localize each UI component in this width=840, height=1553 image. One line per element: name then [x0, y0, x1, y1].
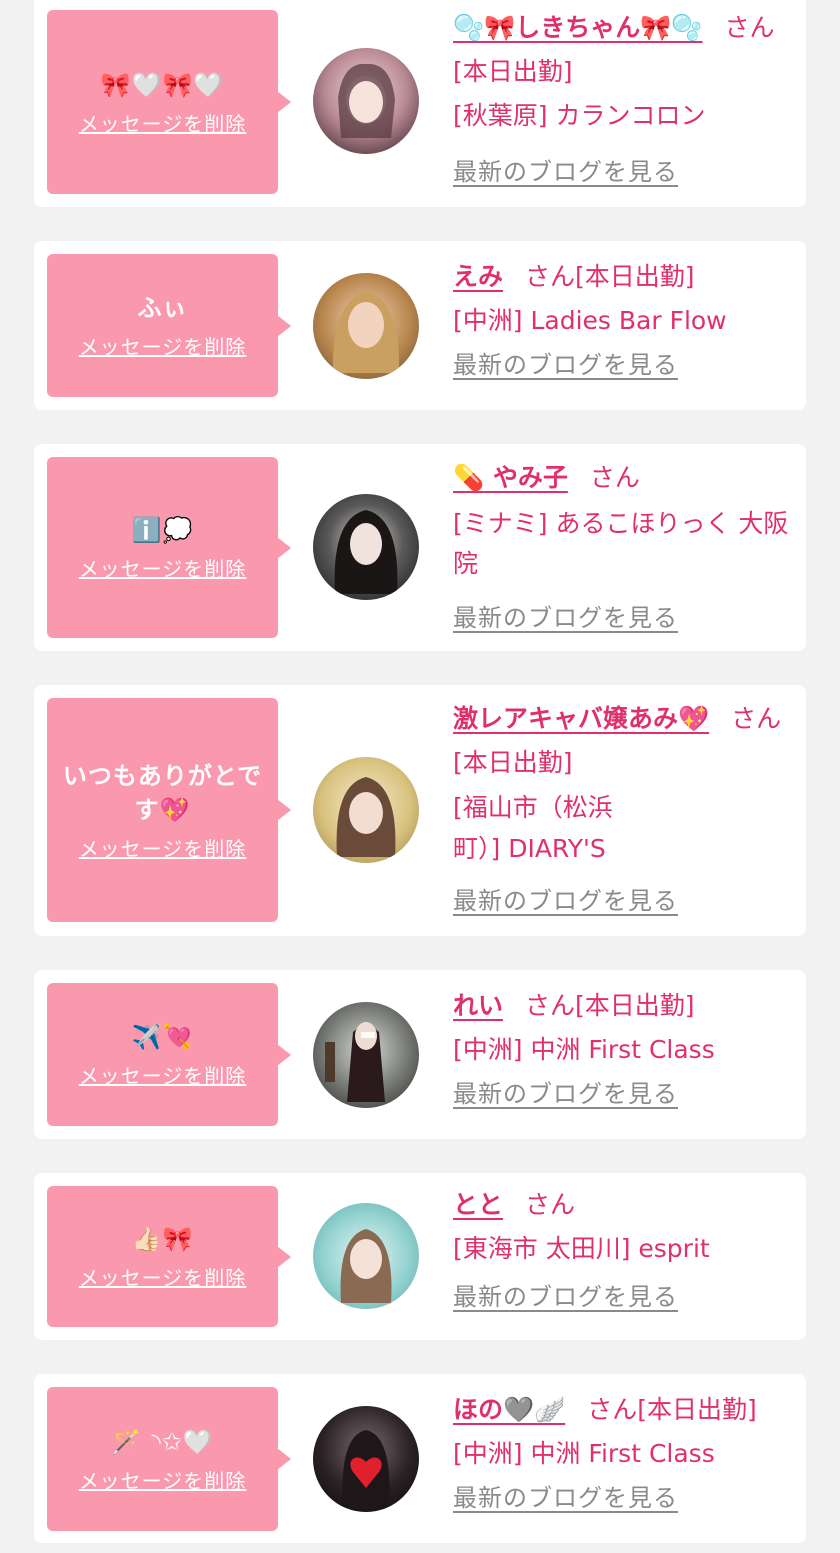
- shop-label: [中洲] 中洲 First Class: [453, 1439, 715, 1468]
- delete-message-link[interactable]: メッセージを削除: [79, 833, 247, 862]
- message-card: 👍🏻🎀 メッセージを削除 とと さん [東海市 太田川] esprit 最新のブロ…: [34, 1173, 806, 1340]
- delete-message-link[interactable]: メッセージを削除: [79, 553, 247, 582]
- latest-blog-link[interactable]: 最新のブログを見る: [453, 879, 678, 923]
- message-bubble: 👍🏻🎀 メッセージを削除: [47, 1186, 278, 1327]
- message-bubble: ℹ️💭 メッセージを削除: [47, 457, 278, 638]
- latest-blog-link[interactable]: 最新のブログを見る: [453, 596, 678, 640]
- shop-label: [秋葉原] カランコロン: [453, 101, 706, 130]
- shop-label: [福山市（松浜町）] DIARY'S: [453, 793, 613, 863]
- latest-blog-link[interactable]: 最新のブログを見る: [453, 150, 678, 194]
- status-badge: [本日出勤]: [453, 57, 573, 86]
- avatar[interactable]: [313, 1203, 419, 1309]
- delete-message-link[interactable]: メッセージを削除: [79, 1262, 247, 1291]
- cast-info: とと さん [東海市 太田川] esprit 最新のブログを見る: [453, 1183, 792, 1319]
- message-card: ふぃ メッセージを削除 えみ さん[本日出勤] [中洲] Ladies Bar F…: [34, 241, 806, 410]
- delete-message-link[interactable]: メッセージを削除: [79, 331, 247, 360]
- honorific: さん: [589, 463, 640, 492]
- shop-label: [中洲] Ladies Bar Flow: [453, 306, 727, 335]
- honorific: さん: [731, 704, 782, 733]
- shop-label: [東海市 太田川] esprit: [453, 1234, 710, 1263]
- honorific: さん: [525, 262, 576, 291]
- message-card: 🎀🤍🎀🤍 メッセージを削除 🫧🎀しきちゃん🎀🫧 さん [本日出勤] [秋葉原] カラ…: [34, 0, 806, 207]
- delete-message-link[interactable]: メッセージを削除: [79, 1465, 247, 1494]
- cast-info: れい さん[本日出勤] [中洲] 中洲 First Class 最新のブログを見る: [453, 984, 792, 1116]
- cast-info: ほの🩶🪽 さん[本日出勤] [中洲] 中洲 First Class 最新のブログを…: [453, 1388, 792, 1520]
- message-card: ✈️💘 メッセージを削除 れい さん[本日出勤] [中洲] 中洲 First Cl…: [34, 970, 806, 1139]
- status-badge: [本日出勤]: [637, 1395, 757, 1424]
- message-text: 👍🏻🎀: [131, 1225, 194, 1253]
- message-bubble: ふぃ メッセージを削除: [47, 254, 278, 397]
- shop-label: [中洲] 中洲 First Class: [453, 1035, 715, 1064]
- cast-name-link[interactable]: れい: [453, 991, 503, 1020]
- message-bubble: ✈️💘 メッセージを削除: [47, 983, 278, 1126]
- cast-info: えみ さん[本日出勤] [中洲] Ladies Bar Flow 最新のブログを見…: [453, 255, 792, 387]
- message-text: ✈️💘: [131, 1023, 194, 1051]
- latest-blog-link[interactable]: 最新のブログを見る: [453, 1275, 678, 1319]
- status-badge: [本日出勤]: [575, 262, 695, 291]
- message-bubble: いつもありがとです💖 メッセージを削除: [47, 698, 278, 922]
- avatar[interactable]: [313, 494, 419, 600]
- honorific: さん: [724, 13, 775, 42]
- delete-message-link[interactable]: メッセージを削除: [79, 108, 247, 137]
- avatar[interactable]: [313, 48, 419, 154]
- avatar[interactable]: [313, 757, 419, 863]
- message-text: 🪄 ◝✩🤍: [111, 1427, 214, 1456]
- cast-info: 🫧🎀しきちゃん🎀🫧 さん [本日出勤] [秋葉原] カランコロン 最新のブログを見る: [453, 6, 792, 194]
- message-card: いつもありがとです💖 メッセージを削除 激レアキャバ嬢あみ💖 さん [本日出勤] […: [34, 685, 806, 936]
- avatar[interactable]: [313, 1002, 419, 1108]
- honorific: さん: [587, 1395, 638, 1424]
- status-badge: [本日出勤]: [453, 748, 573, 777]
- cast-info: 💊 やみ子 さん [ミナミ] あるこほりっく 大阪院 最新のブログを見る: [453, 456, 792, 640]
- cast-info: 激レアキャバ嬢あみ💖 さん [本日出勤] [福山市（松浜町）] DIARY'S 最新…: [453, 697, 792, 923]
- message-text: 🎀🤍🎀🤍: [100, 70, 225, 99]
- honorific: さん: [525, 991, 576, 1020]
- avatar[interactable]: [313, 1406, 419, 1512]
- status-badge: [本日出勤]: [575, 991, 695, 1020]
- shop-label: [ミナミ] あるこほりっく 大阪院: [453, 509, 789, 578]
- cast-name-link[interactable]: ほの🩶🪽: [453, 1395, 565, 1424]
- delete-message-link[interactable]: メッセージを削除: [79, 1060, 247, 1089]
- cast-name-link[interactable]: 激レアキャバ嬢あみ💖: [453, 704, 709, 733]
- cast-name-link[interactable]: とと: [453, 1190, 503, 1219]
- latest-blog-link[interactable]: 最新のブログを見る: [453, 343, 678, 387]
- avatar[interactable]: [313, 273, 419, 379]
- message-text: ℹ️💭: [131, 516, 194, 544]
- message-text: いつもありがとです💖: [62, 761, 263, 824]
- message-bubble: 🎀🤍🎀🤍 メッセージを削除: [47, 10, 278, 194]
- cast-name-link[interactable]: 💊 やみ子: [453, 463, 568, 492]
- latest-blog-link[interactable]: 最新のブログを見る: [453, 1476, 678, 1520]
- cast-name-link[interactable]: えみ: [453, 262, 503, 291]
- honorific: さん: [525, 1190, 576, 1219]
- message-card: 🪄 ◝✩🤍 メッセージを削除 ほの🩶🪽 さん[本日出勤] [中洲] 中洲 Firs…: [34, 1374, 806, 1543]
- message-card: ℹ️💭 メッセージを削除 💊 やみ子 さん [ミナミ] あるこほりっく 大阪院 最…: [34, 444, 806, 651]
- cast-name-link[interactable]: 🫧🎀しきちゃん🎀🫧: [453, 13, 703, 42]
- latest-blog-link[interactable]: 最新のブログを見る: [453, 1072, 678, 1116]
- message-text: ふぃ: [137, 294, 188, 322]
- message-bubble: 🪄 ◝✩🤍 メッセージを削除: [47, 1387, 278, 1531]
